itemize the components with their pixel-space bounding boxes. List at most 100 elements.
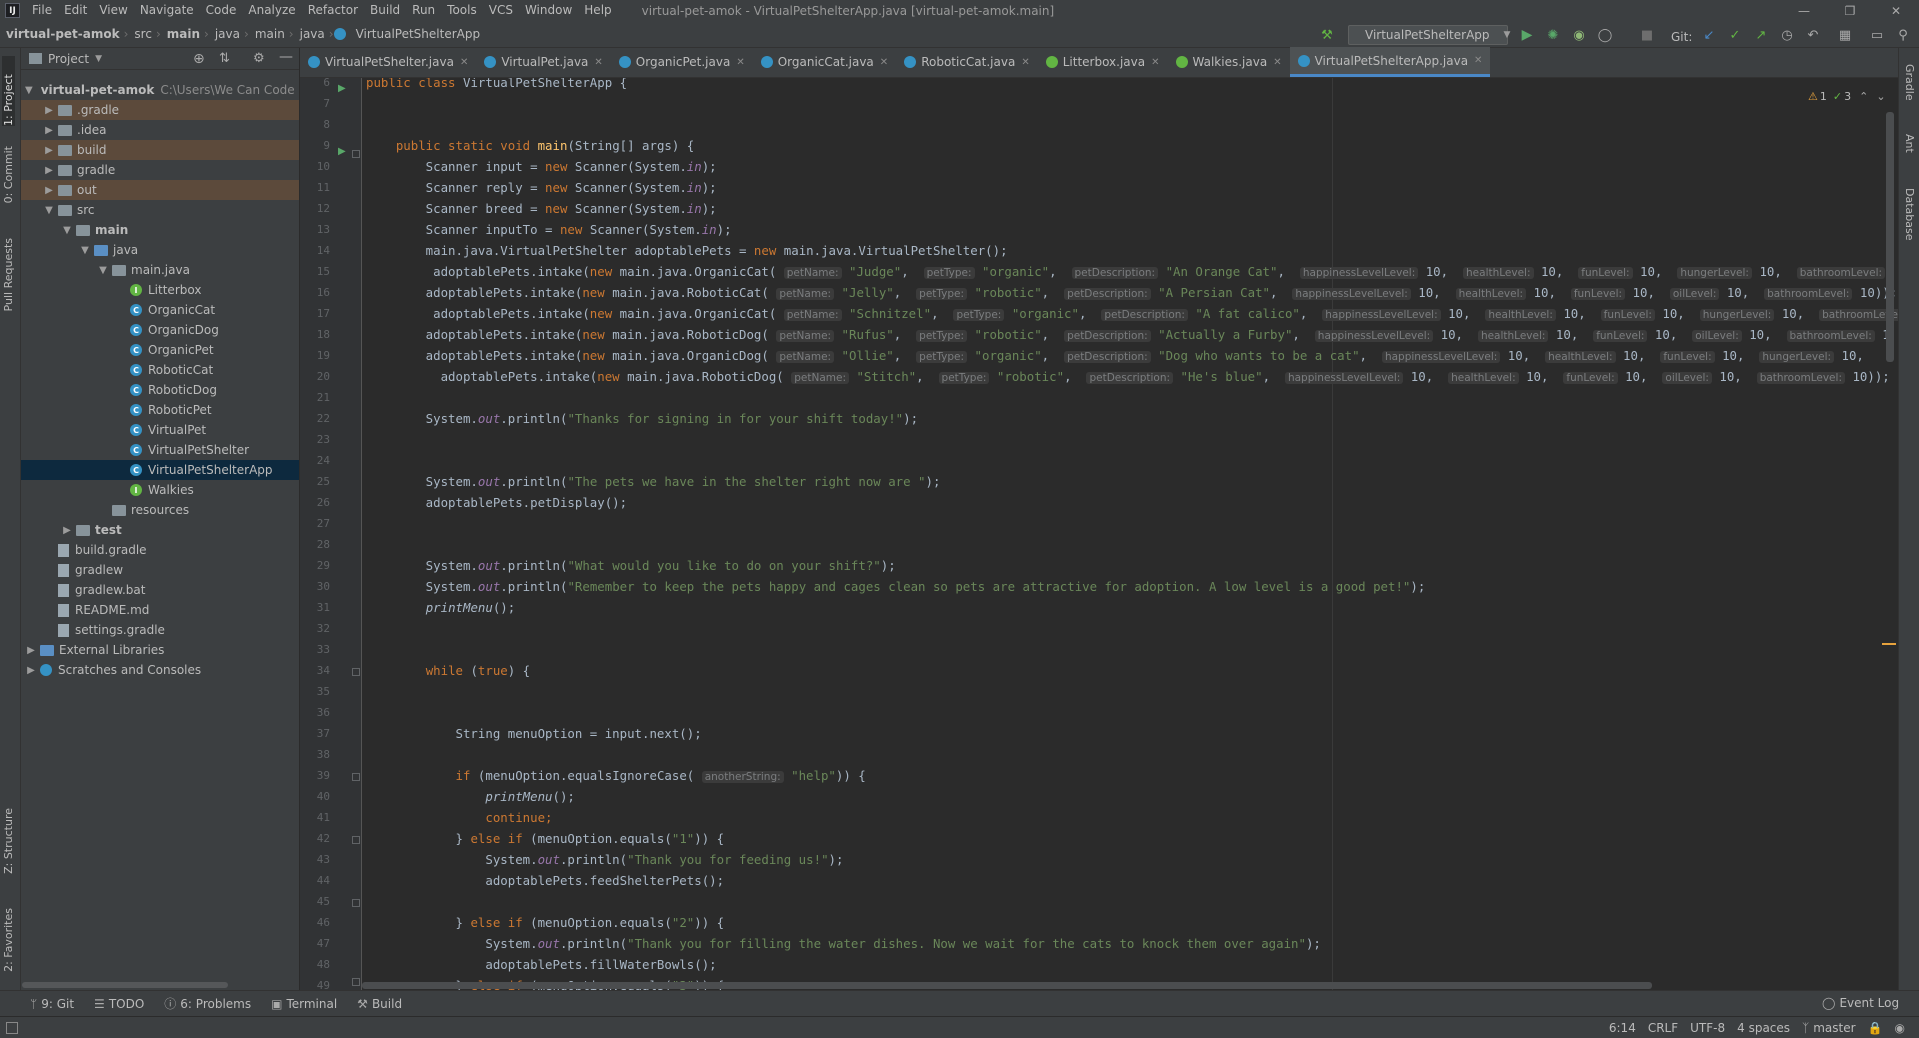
tool-tab-structure[interactable]: Z: Structure [2, 808, 15, 874]
menu-navigate[interactable]: Navigate [134, 0, 200, 21]
fold-icon[interactable] [352, 773, 360, 781]
warning-stripe-marker[interactable] [1882, 643, 1896, 645]
close-tab-icon[interactable]: ✕ [736, 57, 744, 68]
close-tab-icon[interactable]: ✕ [1273, 57, 1281, 68]
tree-item[interactable]: C OrganicPet [21, 340, 299, 360]
menu-file[interactable]: File [26, 0, 58, 21]
bottom-tab[interactable]: ▣ Terminal [261, 995, 347, 1012]
breadcrumb-item[interactable]: VirtualPetShelterApp [350, 27, 485, 41]
editor-tab[interactable]: VirtualPetShelterApp.java ✕ [1289, 47, 1491, 77]
bottom-tab[interactable]: ⚒ Build [347, 995, 412, 1012]
stop-icon[interactable]: ■ [1638, 26, 1656, 44]
breadcrumb-item[interactable]: src [128, 27, 156, 41]
notifications-icon[interactable]: ◉ [1889, 1021, 1911, 1035]
chevron-right-icon[interactable]: ▶ [61, 525, 73, 536]
chevron-up-icon[interactable]: ⌃ [1859, 90, 1868, 103]
close-tab-icon[interactable]: ✕ [594, 57, 602, 68]
tree-item[interactable]: C RoboticPet [21, 400, 299, 420]
fold-icon[interactable] [352, 150, 360, 158]
close-tab-icon[interactable]: ✕ [880, 57, 888, 68]
tree-item[interactable]: C OrganicDog [21, 320, 299, 340]
indent-setting[interactable]: 4 spaces [1731, 1021, 1796, 1035]
close-tab-icon[interactable]: ✕ [1151, 57, 1159, 68]
editor-tab[interactable]: VirtualPet.java ✕ [476, 47, 610, 77]
debug-icon[interactable]: ✺ [1544, 26, 1562, 44]
chevron-right-icon[interactable]: ▶ [25, 645, 37, 656]
tree-item[interactable]: ▶ test [21, 520, 299, 540]
vertical-scrollbar[interactable] [1886, 112, 1894, 362]
tree-item[interactable]: gradlew [21, 560, 299, 580]
close-tab-icon[interactable]: ✕ [1021, 57, 1029, 68]
tree-item[interactable]: ▶ .gradle [21, 100, 299, 120]
chevron-down-icon[interactable]: ▼ [79, 245, 91, 256]
menu-refactor[interactable]: Refactor [302, 0, 364, 21]
breadcrumb-item[interactable]: java [294, 27, 329, 41]
tool-tab-favorites[interactable]: 2: Favorites [2, 908, 15, 972]
history-icon[interactable]: ◷ [1778, 26, 1796, 44]
chevron-down-icon[interactable]: ▼ [61, 225, 73, 236]
run-gutter-icon[interactable]: ▶ [338, 83, 346, 94]
tree-item[interactable]: resources [21, 500, 299, 520]
tool-tab-commit[interactable]: 0: Commit [2, 146, 15, 203]
menu-edit[interactable]: Edit [58, 0, 93, 21]
chevron-right-icon[interactable]: ▶ [25, 665, 37, 676]
tree-item[interactable]: ▶ .idea [21, 120, 299, 140]
horizontal-scrollbar[interactable] [362, 982, 1652, 989]
run-gutter-icon[interactable]: ▶ [338, 146, 346, 157]
tree-item[interactable]: ▶ build [21, 140, 299, 160]
tree-item[interactable]: build.gradle [21, 540, 299, 560]
code-editor[interactable]: ⚠ 1 ✓ 3 ⌃ ⌄ public class VirtualPetShelt… [362, 78, 1898, 990]
tree-item[interactable]: C RoboticCat [21, 360, 299, 380]
run-configuration-select[interactable]: VirtualPetShelterApp ▼ [1348, 25, 1510, 45]
profile-icon[interactable]: ◯ [1596, 26, 1614, 44]
chevron-right-icon[interactable]: ▶ [43, 165, 55, 176]
chevron-down-icon[interactable]: ▼ [95, 54, 102, 64]
tree-item[interactable]: ▶ gradle [21, 160, 299, 180]
git-commit-icon[interactable]: ✓ [1726, 26, 1744, 44]
project-panel-title[interactable]: Project [48, 52, 89, 66]
menu-view[interactable]: View [93, 0, 133, 21]
tree-item[interactable]: ▼ main [21, 220, 299, 240]
tool-tab-ant[interactable]: Ant [1903, 134, 1916, 153]
tree-root-row[interactable]: ▼ virtual-pet-amok C:\Users\We Can Code … [21, 80, 299, 100]
chevron-right-icon[interactable]: ▶ [43, 125, 55, 136]
menu-tools[interactable]: Tools [441, 0, 483, 21]
file-encoding[interactable]: UTF-8 [1684, 1021, 1731, 1035]
tree-item[interactable]: C OrganicCat [21, 300, 299, 320]
event-log-button[interactable]: ◯ Event Log [1822, 996, 1899, 1010]
menu-help[interactable]: Help [578, 0, 617, 21]
tool-windows-toggle-icon[interactable] [6, 1021, 18, 1034]
tree-item[interactable]: README.md [21, 600, 299, 620]
chevron-down-icon[interactable]: ⌄ [1876, 90, 1885, 103]
breadcrumb-item[interactable]: java [209, 27, 244, 41]
tree-item[interactable]: C RoboticDog [21, 380, 299, 400]
tree-item[interactable]: ▼ java [21, 240, 299, 260]
tree-item[interactable]: ▼ src [21, 200, 299, 220]
coverage-icon[interactable]: ◉ [1570, 26, 1588, 44]
tool-tab-gradle[interactable]: Gradle [1903, 64, 1916, 101]
editor-tab[interactable]: OrganicCat.java ✕ [753, 47, 896, 77]
tree-item[interactable]: C VirtualPet [21, 420, 299, 440]
menu-build[interactable]: Build [364, 0, 406, 21]
lock-icon[interactable]: 🔒 [1862, 1021, 1889, 1035]
bottom-tab[interactable]: ⓘ 6: Problems [154, 995, 261, 1012]
tree-item[interactable]: ▼ main.java [21, 260, 299, 280]
fold-icon[interactable] [352, 899, 360, 907]
run-icon[interactable]: ▶ [1518, 26, 1536, 44]
fold-icon[interactable] [352, 668, 360, 676]
bottom-tab[interactable]: ᛘ 9: Git [20, 995, 84, 1012]
restore-icon[interactable]: ❐ [1827, 0, 1873, 21]
build-hammer-icon[interactable]: ⚒ [1318, 26, 1336, 44]
tool-tab-pull-requests[interactable]: Pull Requests [2, 238, 15, 311]
close-icon[interactable]: ✕ [1873, 0, 1919, 21]
menu-window[interactable]: Window [519, 0, 578, 21]
close-tab-icon[interactable]: ✕ [460, 57, 468, 68]
layout-icon[interactable]: ▭ [1868, 26, 1886, 44]
menu-code[interactable]: Code [200, 0, 243, 21]
fold-icon[interactable] [352, 836, 360, 844]
tree-item[interactable]: gradlew.bat [21, 580, 299, 600]
breadcrumb-item[interactable]: virtual-pet-amok [0, 27, 124, 41]
hide-panel-icon[interactable]: — [279, 49, 293, 65]
project-horizontal-scrollbar[interactable] [22, 982, 228, 988]
menu-run[interactable]: Run [406, 0, 441, 21]
